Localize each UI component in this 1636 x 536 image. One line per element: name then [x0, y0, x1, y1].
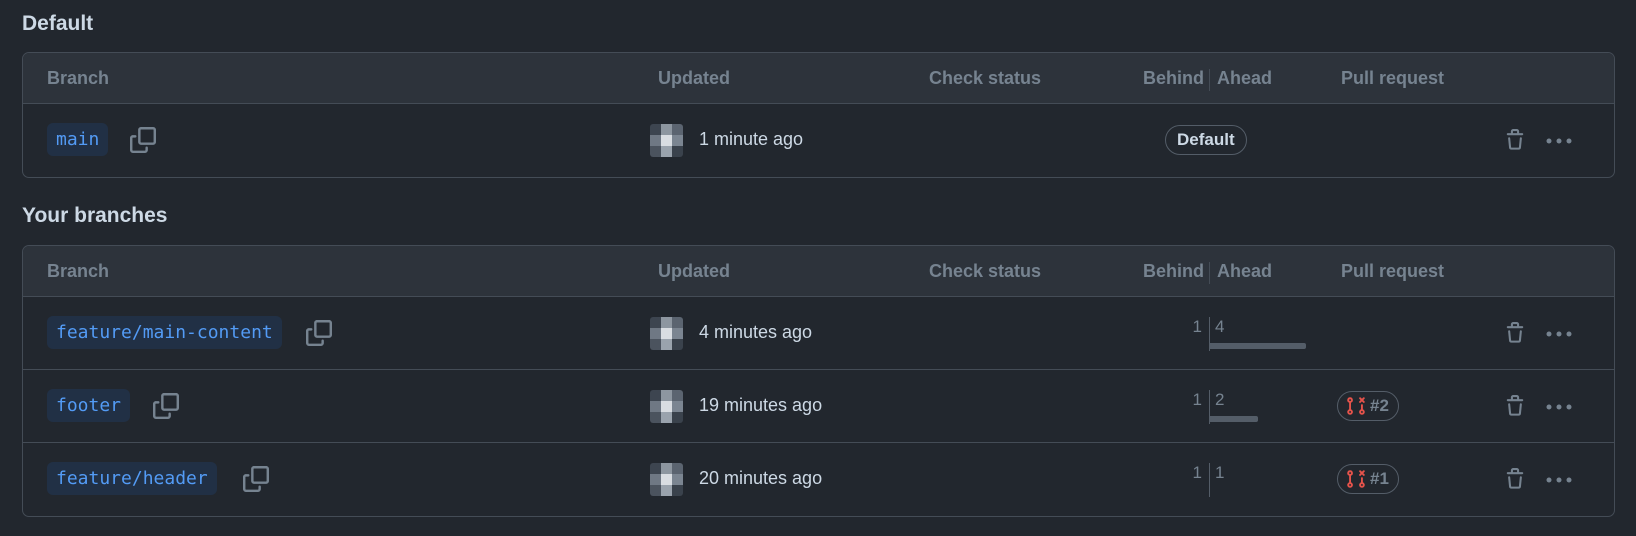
header-ahead: Ahead: [1217, 68, 1273, 88]
avatar[interactable]: [650, 317, 683, 350]
branch-link[interactable]: feature/main-content: [47, 316, 282, 349]
header-updated: Updated: [658, 261, 730, 281]
updated-time: 4 minutes ago: [699, 322, 813, 342]
default-branch-table: Branch Updated Check status Behind Ahead…: [22, 52, 1615, 178]
your-branches-table: Branch Updated Check status Behind Ahead…: [22, 245, 1615, 517]
trash-icon[interactable]: [1504, 321, 1526, 345]
pull-request-number: #1: [1370, 469, 1389, 488]
ahead-count: 4: [1215, 317, 1225, 336]
kebab-horizontal-icon[interactable]: [1546, 137, 1572, 145]
header-pull-request: Pull request: [1341, 261, 1445, 281]
header-branch: Branch: [47, 68, 110, 88]
ahead-bar: [1210, 416, 1258, 422]
header-check-status: Check status: [929, 261, 1042, 281]
header-behind: Behind: [1143, 261, 1204, 281]
branch-link[interactable]: feature/header: [47, 462, 217, 495]
section-title-your-branches: Your branches: [22, 204, 168, 227]
avatar[interactable]: [650, 463, 683, 496]
kebab-horizontal-icon[interactable]: [1546, 403, 1572, 411]
header-updated: Updated: [658, 68, 730, 88]
table-row: feature/main-content 4 minutes ago 1 4: [23, 297, 1614, 370]
trash-icon[interactable]: [1504, 467, 1526, 491]
header-pull-request: Pull request: [1341, 68, 1445, 88]
table-row: footer 19 minutes ago 1 2 #2: [23, 370, 1614, 443]
behind-count: 1: [1192, 390, 1202, 409]
pull-request-badge[interactable]: #2: [1337, 391, 1399, 421]
behind-count: 1: [1192, 317, 1202, 336]
updated-time: 20 minutes ago: [699, 468, 823, 488]
kebab-horizontal-icon[interactable]: [1546, 476, 1572, 484]
trash-icon[interactable]: [1504, 128, 1526, 152]
copy-icon[interactable]: [306, 320, 332, 346]
branch-link[interactable]: main: [47, 123, 109, 156]
copy-icon[interactable]: [243, 466, 269, 492]
table-header: Branch Updated Check status Behind Ahead…: [23, 53, 1614, 104]
kebab-horizontal-icon[interactable]: [1546, 330, 1572, 338]
ahead-count: 2: [1215, 390, 1225, 409]
pull-request-badge[interactable]: #1: [1337, 464, 1399, 494]
updated-time: 19 minutes ago: [699, 395, 823, 415]
updated-time: 1 minute ago: [699, 129, 804, 149]
pull-request-number: #2: [1370, 396, 1389, 415]
avatar[interactable]: [650, 390, 683, 423]
table-row: feature/header 20 minutes ago 1 1 #1: [23, 443, 1614, 516]
header-check-status: Check status: [929, 68, 1042, 88]
trash-icon[interactable]: [1504, 394, 1526, 418]
header-divider: [1209, 69, 1210, 91]
git-pull-request-closed-icon: [1347, 397, 1365, 415]
table-row: main 1 minute ago Default: [23, 104, 1614, 177]
default-badge: Default: [1165, 125, 1247, 155]
branch-link[interactable]: footer: [47, 389, 131, 422]
copy-icon[interactable]: [153, 393, 179, 419]
header-branch: Branch: [47, 261, 110, 281]
ahead-bar: [1210, 343, 1306, 349]
section-title-default: Default: [22, 12, 94, 35]
header-divider: [1209, 262, 1210, 284]
copy-icon[interactable]: [130, 127, 156, 153]
git-pull-request-closed-icon: [1347, 470, 1365, 488]
avatar[interactable]: [650, 124, 683, 157]
table-header: Branch Updated Check status Behind Ahead…: [23, 246, 1614, 297]
ahead-count: 1: [1215, 463, 1225, 482]
header-ahead: Ahead: [1217, 261, 1273, 281]
behind-count: 1: [1192, 463, 1202, 482]
ahead-behind-divider: [1209, 463, 1210, 497]
header-behind: Behind: [1143, 68, 1204, 88]
